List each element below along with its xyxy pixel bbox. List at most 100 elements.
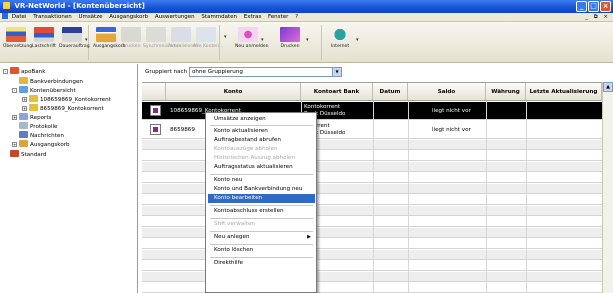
- column-header-kontoart[interactable]: Kontoart Bank: [301, 83, 373, 101]
- grouping-select[interactable]: ohne Gruppierung ▼: [189, 67, 342, 77]
- menu-item-konto-bankverbindung-neu[interactable]: Konto und Bankverbindung neu: [208, 185, 315, 194]
- navigation-tree: - apoBank Bankverbindungen - Kontenübersic…: [0, 64, 138, 293]
- column-header-icon[interactable]: [142, 83, 166, 101]
- toolbar-group-session: Neu anmelden ▾ Drucken ▾: [232, 25, 322, 60]
- menu-ausgangskorb[interactable]: Ausgangskorb: [109, 14, 148, 20]
- toolbar-button-drucken-disabled[interactable]: Drucken: [118, 25, 144, 59]
- tree-node-apobank[interactable]: - apoBank: [3, 67, 45, 76]
- account-icon: [150, 124, 161, 135]
- menu-separator: [210, 231, 313, 232]
- tree-node-kontenuebersicht[interactable]: - Kontenübersicht: [12, 86, 76, 95]
- menubar: Datei Transaktionen Umsätze Ausgangskorb…: [0, 13, 613, 22]
- toolbar-button-aktualisieren[interactable]: Aktualisieren: [168, 25, 198, 59]
- menu-item-konto-loeschen[interactable]: Konto löschen: [208, 246, 315, 255]
- toolbar: Übersetzung Lastschrift Dauerauftrag ▾ A…: [0, 22, 613, 63]
- document-icon: [2, 13, 8, 19]
- toolbar-button-synchronisieren[interactable]: Synchronisieren: [143, 25, 180, 59]
- refresh-icon: [171, 27, 191, 42]
- menu-item-kontoauszuege-abholen[interactable]: Kontoauszüge abholen: [208, 145, 315, 154]
- toolbar-button-ausgangskorb[interactable]: Ausgangskorb: [93, 25, 126, 59]
- toolbar-button-dauerauftrag[interactable]: Dauerauftrag: [59, 25, 90, 59]
- dropdown-arrow-icon[interactable]: ▾: [356, 37, 359, 43]
- chevron-down-icon[interactable]: ▼: [332, 68, 341, 76]
- submenu-arrow-icon: ▶: [307, 234, 311, 240]
- bank-icon: [10, 67, 19, 74]
- menu-datei[interactable]: Datei: [12, 14, 27, 20]
- standing-order-icon: [62, 27, 82, 42]
- maximize-button[interactable]: □: [588, 1, 599, 12]
- column-header-saldo[interactable]: Saldo: [408, 83, 486, 101]
- expand-icon[interactable]: +: [12, 142, 17, 147]
- expand-icon[interactable]: +: [22, 106, 27, 111]
- toolbar-button-neu-anmelden[interactable]: Neu anmelden: [235, 25, 269, 59]
- toolbar-group-data: Ausgangskorb Drucken Synchronisieren Akt…: [90, 25, 223, 60]
- printer-icon: [280, 27, 300, 42]
- folder-icon: [19, 77, 28, 84]
- toolbar-button-alle-konten[interactable]: Alle Konten...: [193, 25, 223, 59]
- menu-separator: [210, 125, 313, 126]
- menu-stammdaten[interactable]: Stammdaten: [201, 14, 237, 20]
- menu-umsaetze[interactable]: Umsätze: [78, 14, 102, 20]
- menu-extras[interactable]: Extras: [244, 14, 261, 20]
- direct-debit-icon: [34, 27, 54, 42]
- menu-item-kontoabschluss-erstellen[interactable]: Kontoabschluss erstellen: [208, 207, 315, 216]
- tree-node-reports[interactable]: + Reports: [12, 113, 51, 122]
- menu-fenster[interactable]: Fenster: [268, 14, 288, 20]
- dropdown-arrow-icon[interactable]: ▾: [261, 37, 264, 43]
- minimize-button[interactable]: _: [576, 1, 587, 12]
- toolbar-button-drucken[interactable]: Drucken: [277, 25, 303, 59]
- toolbar-button-lastschrift[interactable]: Lastschrift: [31, 25, 57, 59]
- menu-separator: [210, 205, 313, 206]
- close-button[interactable]: ×: [600, 1, 611, 12]
- tree-node-standard[interactable]: Standard: [3, 150, 46, 159]
- column-divider: [486, 101, 487, 293]
- mdi-controls[interactable]: _ ⧉ ×: [585, 13, 610, 22]
- scroll-up-icon[interactable]: ▲: [603, 82, 613, 92]
- menu-item-stift-verwalten[interactable]: Stift verwalten: [208, 220, 315, 229]
- menu-item-direkthilfe[interactable]: Direkthilfe: [208, 259, 315, 268]
- login-icon: [238, 27, 258, 42]
- grouping-label: Gruppiert nach: [145, 69, 188, 75]
- collapse-icon[interactable]: -: [3, 69, 8, 74]
- account-icon: [29, 104, 38, 111]
- overview-icon: [6, 27, 26, 42]
- tree-node-ausgangskorb[interactable]: + Ausgangskorb: [12, 140, 70, 149]
- menu-separator: [210, 257, 313, 258]
- column-header-konto[interactable]: Konto: [166, 83, 301, 101]
- window-title: VR-NetWorld - [Kontenübersicht]: [14, 2, 145, 10]
- menu-separator: [210, 174, 313, 175]
- menu-item-konto-bearbeiten[interactable]: Konto bearbeiten: [208, 194, 315, 203]
- menu-item-neu-anlegen[interactable]: Neu anlegen ▶: [208, 233, 315, 242]
- menu-transaktionen[interactable]: Transaktionen: [33, 14, 72, 20]
- menu-item-auftragsstatus-aktualisieren[interactable]: Auftragsstatus aktualisieren: [208, 163, 315, 172]
- column-header-letzte-aktualisierung[interactable]: Letzte Aktualisierung: [526, 83, 602, 101]
- menu-item-konto-neu[interactable]: Konto neu: [208, 176, 315, 185]
- dropdown-arrow-icon[interactable]: ▾: [306, 37, 309, 43]
- expand-icon[interactable]: +: [12, 115, 17, 120]
- menu-item-auftragbestand-abrufen[interactable]: Auftragbestand abrufen: [208, 136, 315, 145]
- toolbar-button-internet[interactable]: Internet: [327, 25, 353, 59]
- tree-node-protokolle[interactable]: Protokolle: [19, 122, 58, 131]
- all-accounts-icon: [196, 27, 216, 42]
- column-header-datum[interactable]: Datum: [373, 83, 408, 101]
- account-icon: [29, 95, 38, 102]
- toolbar-group-transactions: Übersetzung Lastschrift Dauerauftrag ▾: [2, 25, 90, 60]
- tree-node-nachrichten[interactable]: Nachrichten: [19, 131, 64, 140]
- window-controls: _ □ ×: [576, 1, 611, 12]
- menu-auswertungen[interactable]: Auswertungen: [155, 14, 195, 20]
- tree-node-account-2[interactable]: +8659869_Kontokorrent: [22, 104, 104, 113]
- menu-item-umsaetze-anzeigen[interactable]: Umsätze anzeigen: [208, 115, 315, 124]
- dropdown-arrow-icon[interactable]: ▾: [85, 37, 88, 43]
- toolbar-button-overview[interactable]: Übersetzung: [3, 25, 32, 59]
- expand-icon[interactable]: +: [22, 97, 27, 102]
- menu-help[interactable]: ?: [295, 14, 298, 20]
- menu-item-historischen-auszug[interactable]: Historischen Auszug abholen: [208, 154, 315, 163]
- dropdown-arrow-icon[interactable]: ▾: [224, 34, 227, 40]
- menu-item-konto-aktualisieren[interactable]: Konto aktualisieren: [208, 127, 315, 136]
- collapse-icon[interactable]: -: [12, 88, 17, 93]
- tree-node-account-1[interactable]: +108659869_Kontokorrent: [22, 95, 111, 104]
- column-header-waehrung[interactable]: Währung: [486, 83, 526, 101]
- vertical-scrollbar[interactable]: ▲: [602, 82, 613, 293]
- column-divider: [526, 101, 527, 293]
- tree-node-bankverbindungen[interactable]: Bankverbindungen: [19, 77, 83, 86]
